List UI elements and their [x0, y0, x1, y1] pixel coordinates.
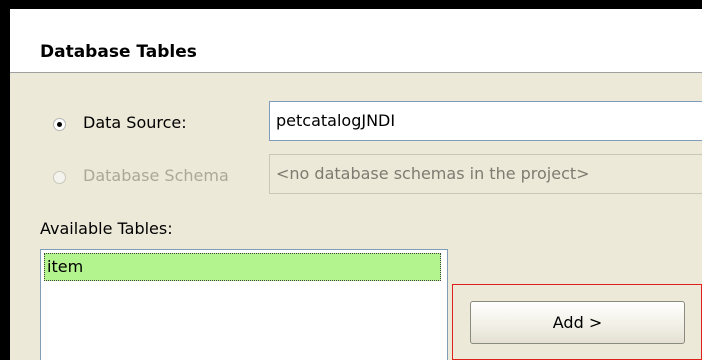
screenshot-frame: Database Tables Data Source: petcatalogJ… [0, 0, 702, 360]
database-schema-field[interactable]: <no database schemas in the project> [269, 154, 702, 194]
section-header: Database Tables [10, 9, 702, 73]
database-schema-radio[interactable] [53, 171, 66, 184]
data-source-field[interactable]: petcatalogJNDI [269, 101, 702, 141]
database-tables-panel: Database Tables Data Source: petcatalogJ… [10, 9, 702, 360]
list-item[interactable]: item [44, 253, 441, 281]
section-title: Database Tables [40, 42, 197, 62]
available-tables-label: Available Tables: [40, 219, 173, 238]
data-source-radio[interactable] [53, 118, 66, 131]
add-button[interactable]: Add > [470, 301, 685, 344]
available-tables-list[interactable]: item [40, 249, 448, 360]
database-schema-label: Database Schema [83, 166, 229, 185]
data-source-label: Data Source: [83, 113, 187, 132]
section-body: Data Source: petcatalogJNDI Database Sch… [10, 73, 702, 360]
